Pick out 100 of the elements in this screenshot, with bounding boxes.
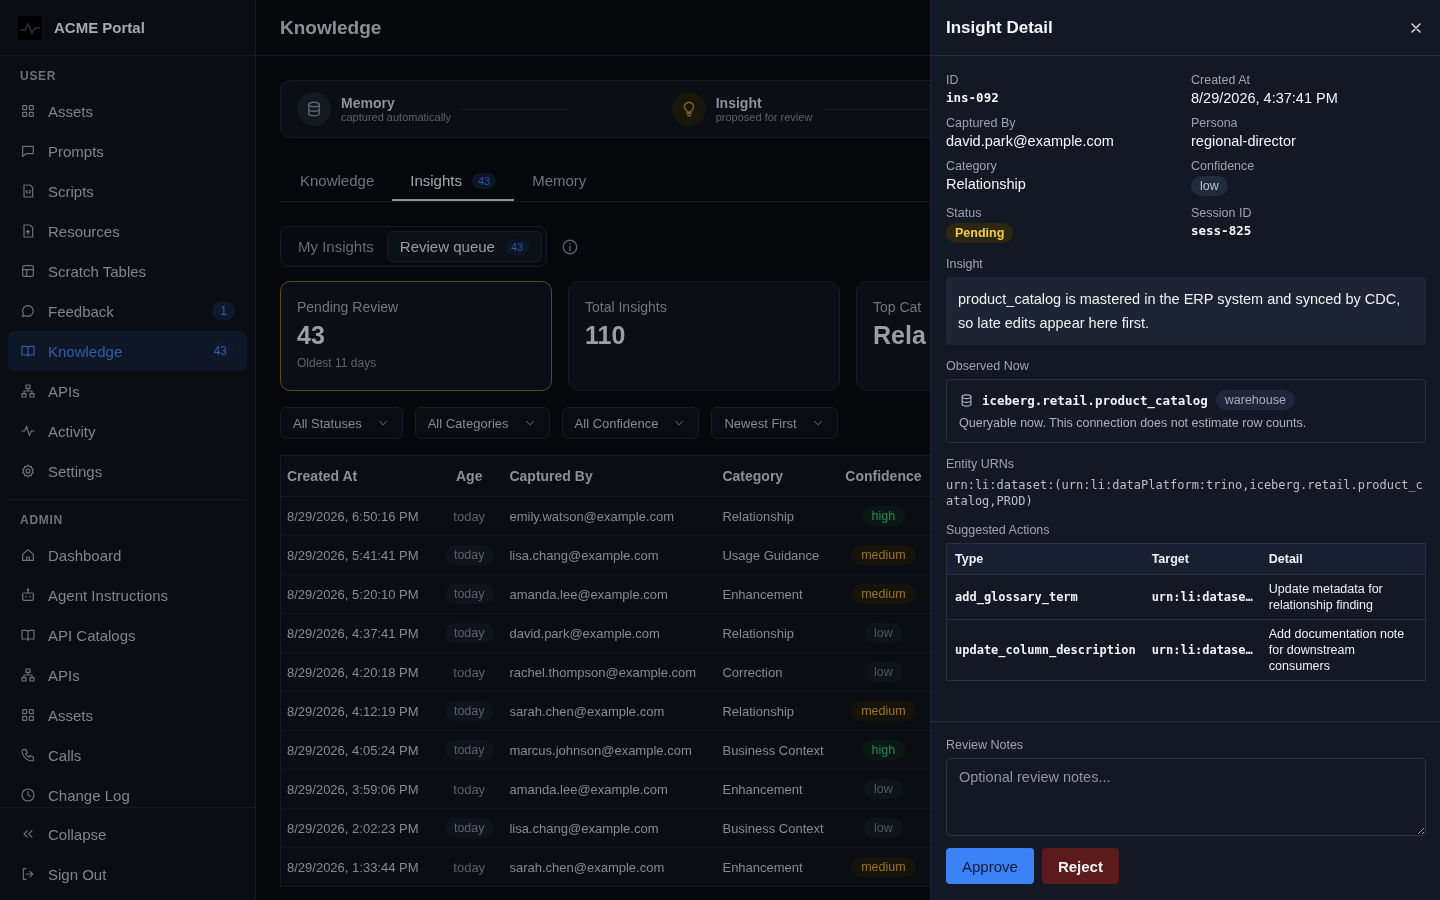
filter-dropdown[interactable]: Newest First <box>711 407 838 439</box>
table-cell: sarah.chen@example.com <box>503 691 717 731</box>
stat-value: 43 <box>297 321 326 350</box>
column-header: Detail <box>1260 543 1426 575</box>
table-cell: Business Context <box>716 730 838 770</box>
table-cell: sarah.chen@example.com <box>503 847 717 887</box>
table-cell: Relationship <box>716 613 838 653</box>
age-label: today <box>444 740 494 760</box>
field-label: Persona <box>1191 116 1238 130</box>
confidence-badge: low <box>864 818 903 838</box>
tab[interactable]: Knowledge <box>282 160 393 201</box>
confidence-badge: medium <box>851 857 916 877</box>
nav-item[interactable]: Prompts <box>8 131 247 171</box>
table-cell: add_glossary_term <box>946 574 1144 620</box>
nav-item[interactable]: Agent Instructions <box>8 575 247 615</box>
nav-item[interactable]: Settings <box>8 451 247 491</box>
section-heading: ADMIN <box>19 512 64 529</box>
stat-card[interactable]: Pending Review 43 Oldest 11 days <box>280 281 552 391</box>
speech-bubble-icon <box>20 303 36 319</box>
column-header: Type <box>946 543 1144 575</box>
table-icon <box>20 263 36 279</box>
table-cell: Business Context <box>716 808 838 848</box>
field-label: Category <box>946 159 997 173</box>
nav-item[interactable]: Collapse <box>8 814 247 854</box>
nav-item[interactable]: API Catalogs <box>8 615 247 655</box>
table-cell: Enhancement <box>716 769 838 809</box>
section-label: Suggested Actions <box>946 523 1051 537</box>
grid-icon <box>20 707 36 723</box>
reject-button[interactable]: Reject <box>1041 848 1119 884</box>
field-value: 8/29/2026, 4:37:41 PM <box>1191 90 1338 106</box>
chat-icon <box>20 143 36 159</box>
flow-step-title: Insight <box>715 95 763 111</box>
table-cell: 8/29/2026, 6:50:16 PM <box>280 496 435 536</box>
insight-text: product_catalog is mastered in the ERP system and synced by CDC, so late edits appear here first. <box>946 277 1426 345</box>
nav-item[interactable]: Scripts <box>8 171 247 211</box>
lightbulb-icon <box>671 92 706 126</box>
age-label: today <box>444 623 494 643</box>
status-badge: Pending <box>946 223 1014 243</box>
table-cell: amanda.lee@example.com <box>503 769 717 809</box>
confidence-badge: high <box>861 740 906 760</box>
table-cell: amanda.lee@example.com <box>503 574 717 614</box>
segment-tab[interactable]: Review queue 43 <box>386 231 543 262</box>
stat-label: Top Cat <box>873 299 923 315</box>
info-button[interactable] <box>561 237 580 256</box>
nav-item[interactable]: Change Log <box>8 775 247 807</box>
confidence-badge: medium <box>851 584 916 604</box>
nav-item[interactable]: Resources <box>8 211 247 251</box>
nav-item[interactable]: APIs <box>8 371 247 411</box>
table-cell: 8/29/2026, 5:41:41 PM <box>280 535 435 575</box>
nav-item[interactable]: Feedback 1 <box>8 291 247 331</box>
nav-item[interactable]: Sign Out <box>8 854 247 894</box>
table-cell: 8/29/2026, 3:59:06 PM <box>280 769 435 809</box>
tab[interactable]: Insights 43 <box>392 160 515 201</box>
column-header: Category <box>716 455 838 497</box>
field-label: Captured By <box>946 116 1016 130</box>
segment-tab[interactable]: My Insights <box>285 231 387 262</box>
pulse-icon <box>20 423 36 439</box>
column-header: Target <box>1143 543 1261 575</box>
stat-card[interactable]: Top Cat Rela <box>856 281 930 391</box>
exit-icon <box>20 866 36 882</box>
field-label: ID <box>946 73 959 87</box>
confidence-badge: low <box>864 779 903 799</box>
nav-item[interactable]: Assets <box>8 695 247 735</box>
stat-value: Rela <box>873 321 927 350</box>
review-notes-field[interactable]: Optional review notes... <box>946 758 1426 836</box>
stat-card[interactable]: Total Insights 110 <box>568 281 840 391</box>
clock-icon <box>20 787 36 803</box>
table-cell: lisa.chang@example.com <box>503 535 717 575</box>
nav-item[interactable]: Assets <box>8 91 247 131</box>
age-label: today <box>444 584 494 604</box>
age-label: today <box>444 701 494 721</box>
nav-item[interactable]: Scratch Tables <box>8 251 247 291</box>
info-icon <box>561 237 580 256</box>
book-icon <box>20 627 36 643</box>
field-label: Confidence <box>1191 159 1255 173</box>
table-cell: lisa.chang@example.com <box>503 808 717 848</box>
nav-item[interactable]: APIs <box>8 655 247 695</box>
tab[interactable]: Memory <box>514 160 605 201</box>
table-cell: 8/29/2026, 4:05:24 PM <box>280 730 435 770</box>
dataset-tag: warehouse <box>1215 390 1295 410</box>
approve-button[interactable]: Approve <box>946 848 1034 884</box>
table-cell: 8/29/2026, 4:12:19 PM <box>280 691 435 731</box>
file-icon <box>20 223 36 239</box>
field-value: ins-092 <box>946 90 999 105</box>
nav-item[interactable]: Knowledge 43 <box>8 331 247 371</box>
stat-value: 110 <box>585 321 627 350</box>
filter-dropdown[interactable]: All Categories <box>414 407 550 439</box>
confidence-badge: low <box>1191 176 1228 196</box>
code-file-icon <box>20 183 36 199</box>
age-label: today <box>444 545 494 565</box>
nav-item[interactable]: Calls <box>8 735 247 775</box>
filter-dropdown[interactable]: All Statuses <box>280 407 403 439</box>
robot-icon <box>20 587 36 603</box>
table-cell: urn:li:datase… <box>1143 574 1261 620</box>
table-cell: marcus.johnson@example.com <box>503 730 717 770</box>
nav-item[interactable]: Dashboard <box>8 535 247 575</box>
field-value: regional-director <box>1191 133 1296 149</box>
nav-item[interactable]: Activity <box>8 411 247 451</box>
filter-dropdown[interactable]: All Confidence <box>561 407 700 439</box>
hierarchy-icon <box>20 383 36 399</box>
